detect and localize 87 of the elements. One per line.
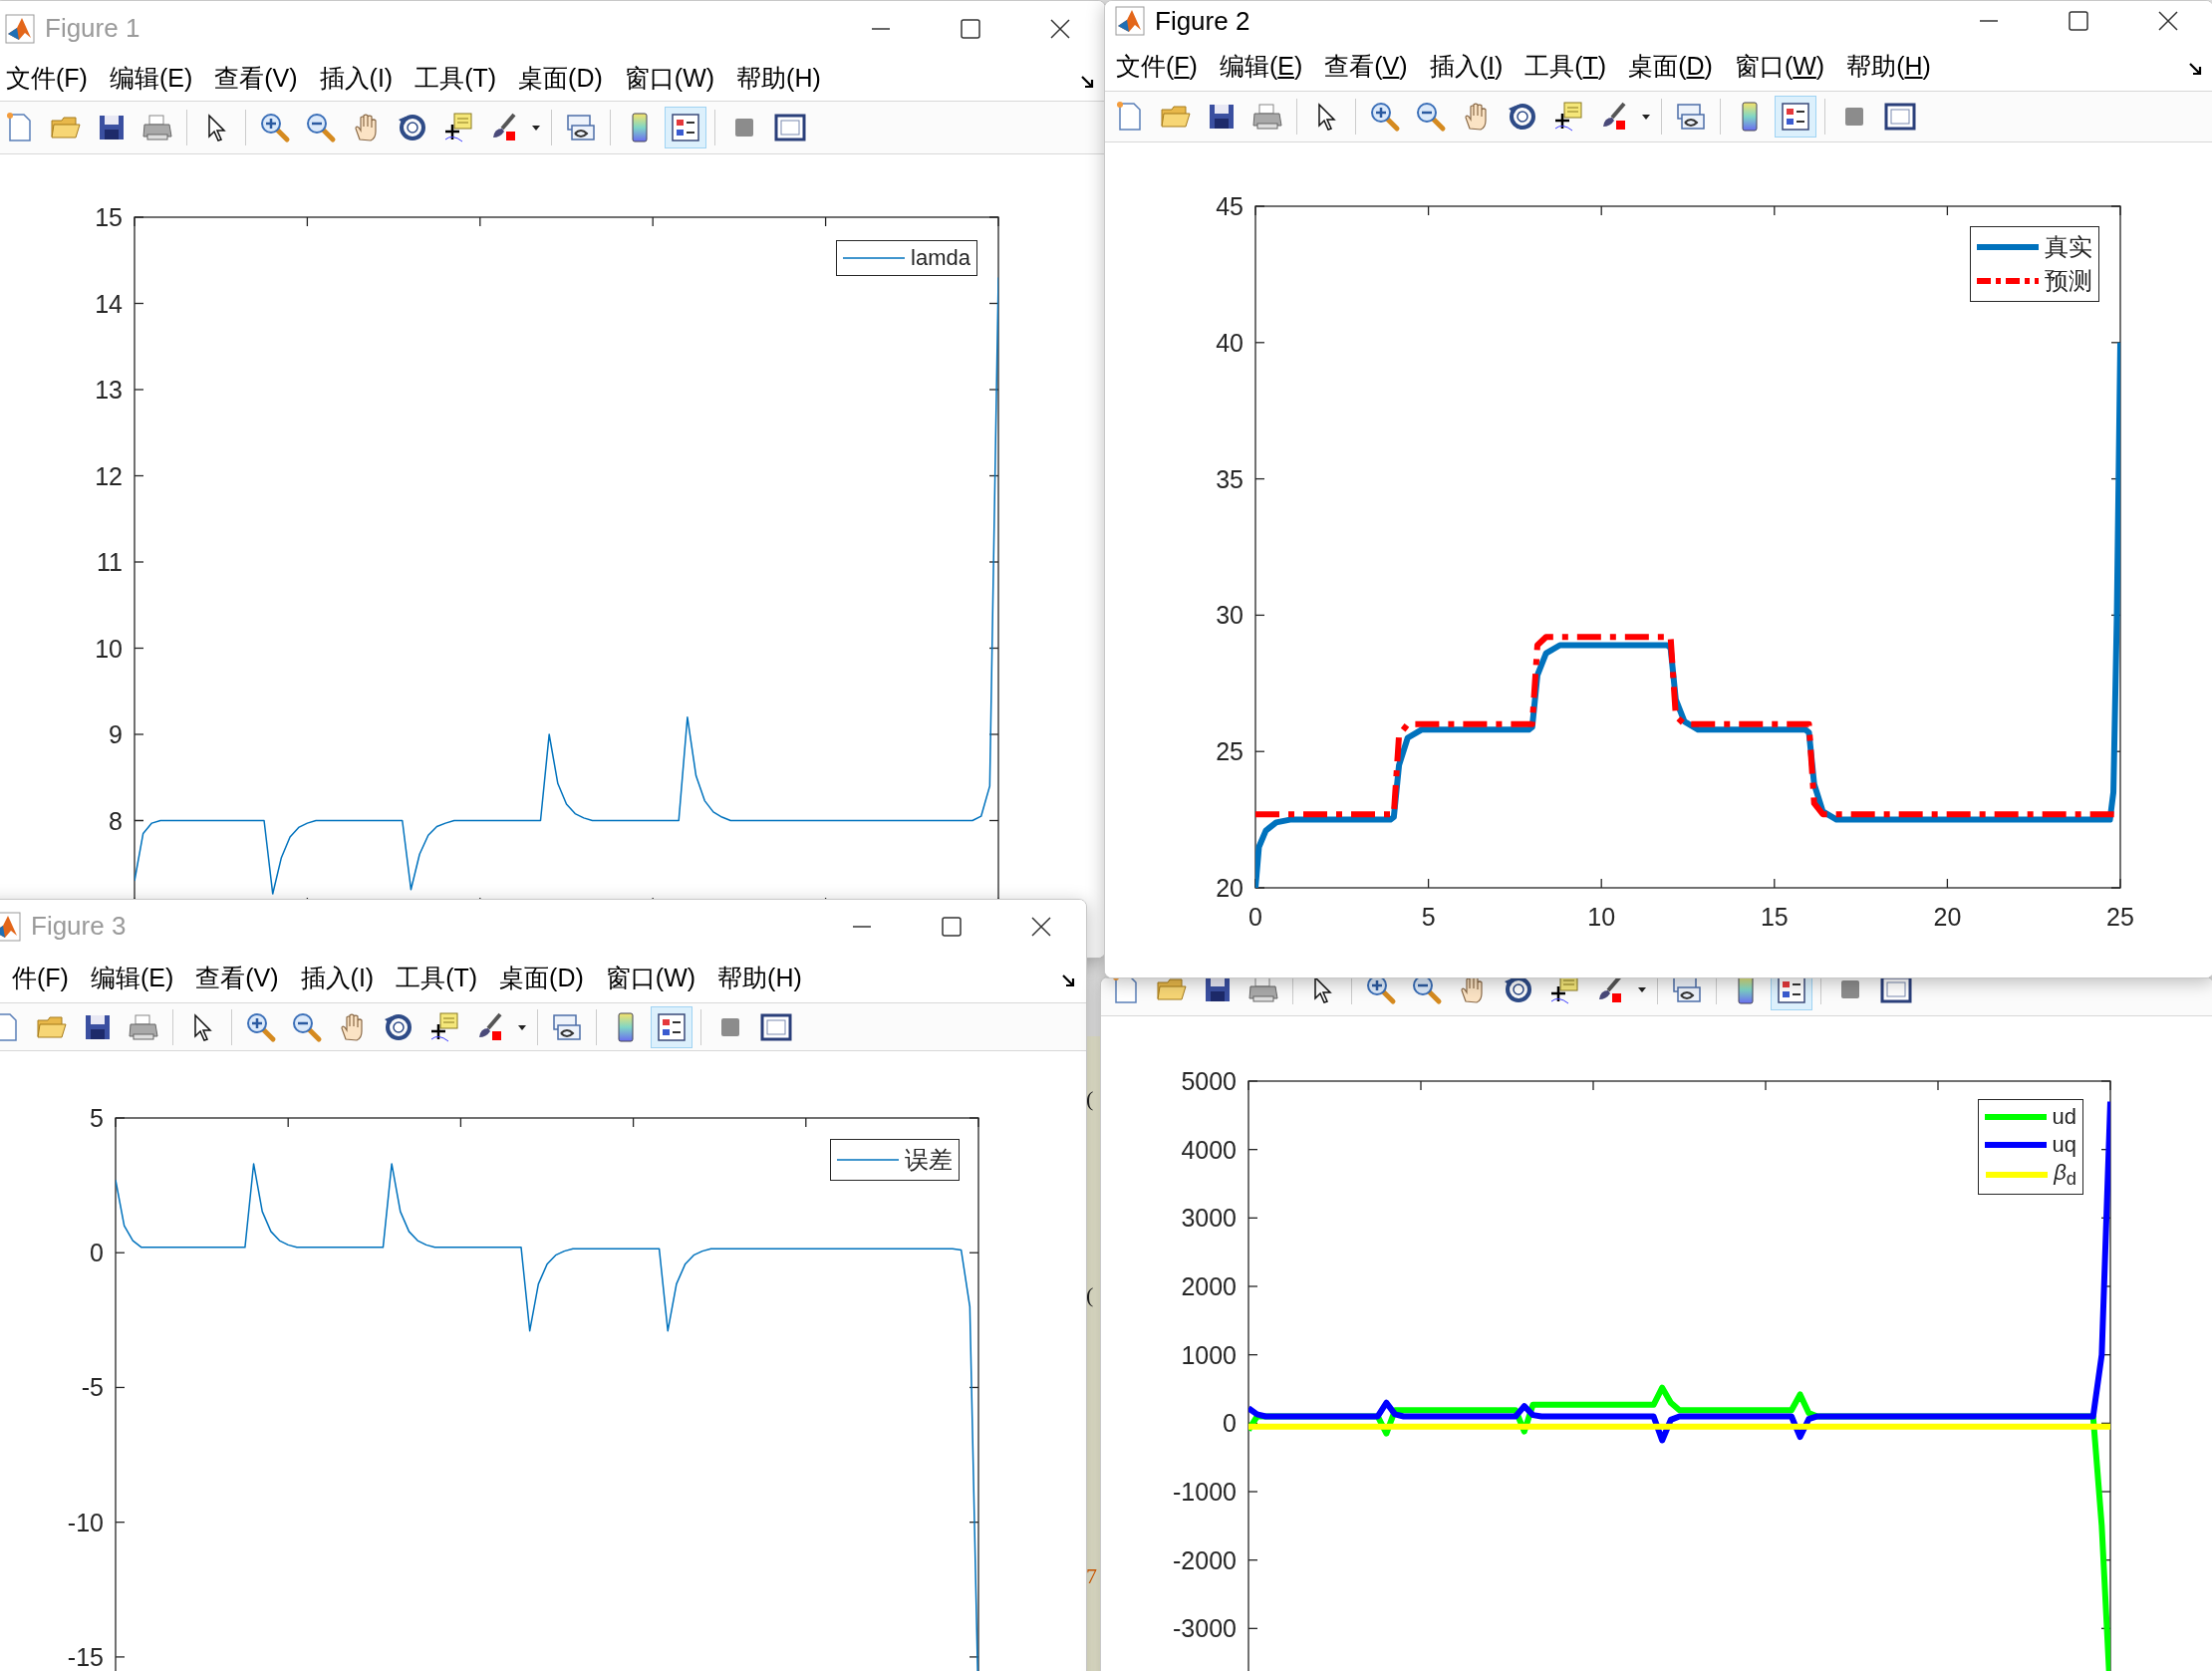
tick-label: -3000 [1173, 1614, 1237, 1643]
legend-icon[interactable] [651, 1005, 692, 1048]
tick-label: 35 [1216, 464, 1244, 493]
tick-label: 4000 [1181, 1135, 1237, 1164]
dock-arrow-icon[interactable] [1081, 75, 1095, 90]
menu-item[interactable]: 窗口(W) [1723, 49, 1836, 83]
menu-item[interactable]: 工具(T) [385, 961, 489, 994]
menu-item[interactable]: 查看(V) [1313, 49, 1419, 83]
menu-item[interactable]: 插入(I) [1418, 49, 1515, 83]
menu-item[interactable]: 桌面(D) [507, 62, 614, 95]
window-title: Figure 2 [1155, 5, 1251, 37]
menu-item[interactable]: 帮助(H) [725, 62, 832, 95]
tick-label: 45 [1216, 192, 1244, 220]
tick-label: 3000 [1181, 1204, 1237, 1233]
tick-label: 5 [90, 1104, 104, 1132]
tick-label: 8 [109, 806, 123, 835]
tick-label: 0 [1248, 903, 1262, 931]
tick-label: -15 [67, 1642, 104, 1671]
tick-label: 25 [1216, 737, 1244, 766]
menu-item[interactable]: 编辑(E) [79, 961, 185, 994]
legend-line-icon [1986, 1171, 2049, 1180]
tick-label: 20 [1933, 903, 1962, 931]
legend-line-icon [1977, 243, 2039, 251]
tick-label: 15 [1760, 903, 1789, 931]
menu-item[interactable]: 帮助(H) [1835, 49, 1942, 83]
menu-item[interactable]: 帮助(H) [706, 961, 813, 994]
legend-line-icon [843, 256, 906, 260]
legend-line-icon [1984, 1141, 2047, 1149]
legend-icon[interactable] [1771, 978, 1812, 1010]
tick-label: 5 [1421, 903, 1436, 931]
background-text: 7 [1086, 1565, 1098, 1587]
legend-label: lamda [911, 245, 970, 271]
menu-item[interactable]: 查看(V) [203, 62, 309, 95]
menu-item[interactable]: 件(F) [1, 961, 80, 994]
legend-label: β$_{d}$ [2054, 1160, 2076, 1191]
menu-item[interactable]: 桌面(D) [488, 961, 595, 994]
menu-item[interactable]: 编辑(E) [1208, 49, 1314, 83]
tick-label: 25 [2106, 903, 2134, 931]
app-logo-icon [1115, 6, 1145, 36]
menu-item[interactable]: 插入(I) [308, 62, 405, 95]
tick-label: 13 [95, 376, 123, 404]
legend-line-icon [1977, 277, 2039, 285]
tick-label: 30 [1216, 601, 1244, 630]
legend-label: ud [2052, 1104, 2076, 1130]
tick-label: -10 [67, 1508, 104, 1536]
tick-label: 0 [1223, 1409, 1237, 1438]
tick-label: 15 [95, 203, 123, 231]
tick-label: 20 [1216, 874, 1244, 902]
menu-item[interactable]: 工具(T) [1514, 49, 1618, 83]
menu-item[interactable]: 编辑(E) [98, 62, 204, 95]
tick-label: 1000 [1181, 1340, 1237, 1369]
window-title: Figure 1 [45, 13, 141, 44]
menu-item[interactable]: 插入(I) [289, 961, 386, 994]
tick-label: 11 [97, 548, 123, 576]
dock-arrow-icon[interactable] [1062, 975, 1076, 988]
background-text: ( [1086, 1284, 1095, 1306]
tick-label: 14 [95, 289, 123, 318]
menu-item[interactable]: 桌面(D) [1617, 49, 1724, 83]
menu-item[interactable]: 查看(V) [184, 961, 290, 994]
tick-label: -5 [81, 1373, 104, 1402]
menu-item[interactable]: 窗口(W) [613, 62, 726, 95]
legend-label: 误差 [905, 1145, 953, 1176]
legend-label: uq [2052, 1132, 2076, 1158]
tick-label: 40 [1216, 328, 1244, 357]
menu-item[interactable]: 窗口(W) [594, 961, 707, 994]
legend-line-icon [1984, 1113, 2047, 1121]
tick-label: 5000 [1181, 1067, 1237, 1095]
legend-line-icon [837, 1158, 899, 1162]
tick-label: 10 [1587, 903, 1616, 931]
legend-label: 真实 [2045, 232, 2092, 263]
menu-item[interactable]: 工具(T) [404, 62, 508, 95]
tick-label: 9 [109, 720, 123, 748]
legend-icon[interactable] [1775, 96, 1816, 138]
tick-label: 2000 [1181, 1272, 1237, 1300]
tick-label: 0 [90, 1239, 104, 1267]
legend-label: 预测 [2045, 266, 2092, 297]
tick-label: 12 [95, 461, 123, 490]
app-logo-icon [5, 13, 35, 44]
dock-arrow-icon[interactable] [2189, 63, 2203, 77]
background-text: ( [1086, 1088, 1095, 1110]
legend-icon[interactable] [665, 107, 706, 148]
window-title: Figure 3 [31, 911, 128, 942]
menu-item[interactable]: 文件(F) [1105, 49, 1209, 83]
tick-label: 10 [95, 634, 123, 663]
menu-item[interactable]: 文件(F) [0, 62, 99, 95]
tick-label: -1000 [1173, 1478, 1237, 1506]
tick-label: -2000 [1173, 1545, 1237, 1574]
